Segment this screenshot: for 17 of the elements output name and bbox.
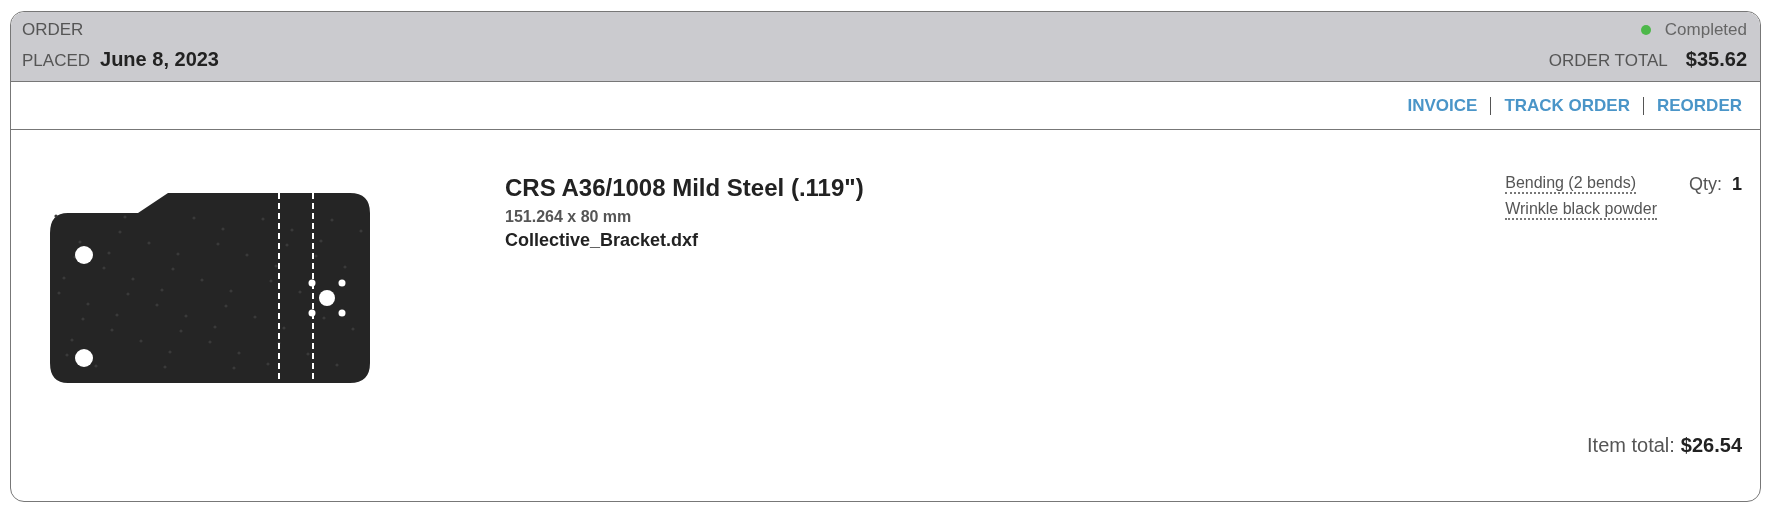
order-action-link[interactable]: INVOICE <box>1407 95 1478 116</box>
order-label: ORDER <box>22 20 84 40</box>
order-status: Completed <box>1664 20 1747 40</box>
order-total: $35.62 <box>1685 48 1747 71</box>
part-dimensions: 151.264 x 80 mm <box>505 208 633 226</box>
option-link[interactable]: Bending (2 bends) <box>1505 174 1636 194</box>
file-name: Collective_Bracket.dxf <box>505 230 700 251</box>
placed-label: PLACED <box>22 51 91 71</box>
status-dot <box>1640 25 1651 35</box>
order-action-link[interactable]: TRACK ORDER <box>1504 95 1630 116</box>
quantity: Qty: 1 <box>1688 174 1742 195</box>
order-total-label: ORDER TOTAL <box>1548 51 1668 71</box>
order-action-link[interactable]: REORDER <box>1657 95 1742 116</box>
item-total: Item total: $26.54 <box>1587 434 1742 457</box>
material-title: CRS A36/1008 Mild Steel (.119") <box>505 174 865 202</box>
placed-date: June 8, 2023 <box>100 48 219 71</box>
option-link[interactable]: Wrinkle black powder <box>1505 200 1657 220</box>
